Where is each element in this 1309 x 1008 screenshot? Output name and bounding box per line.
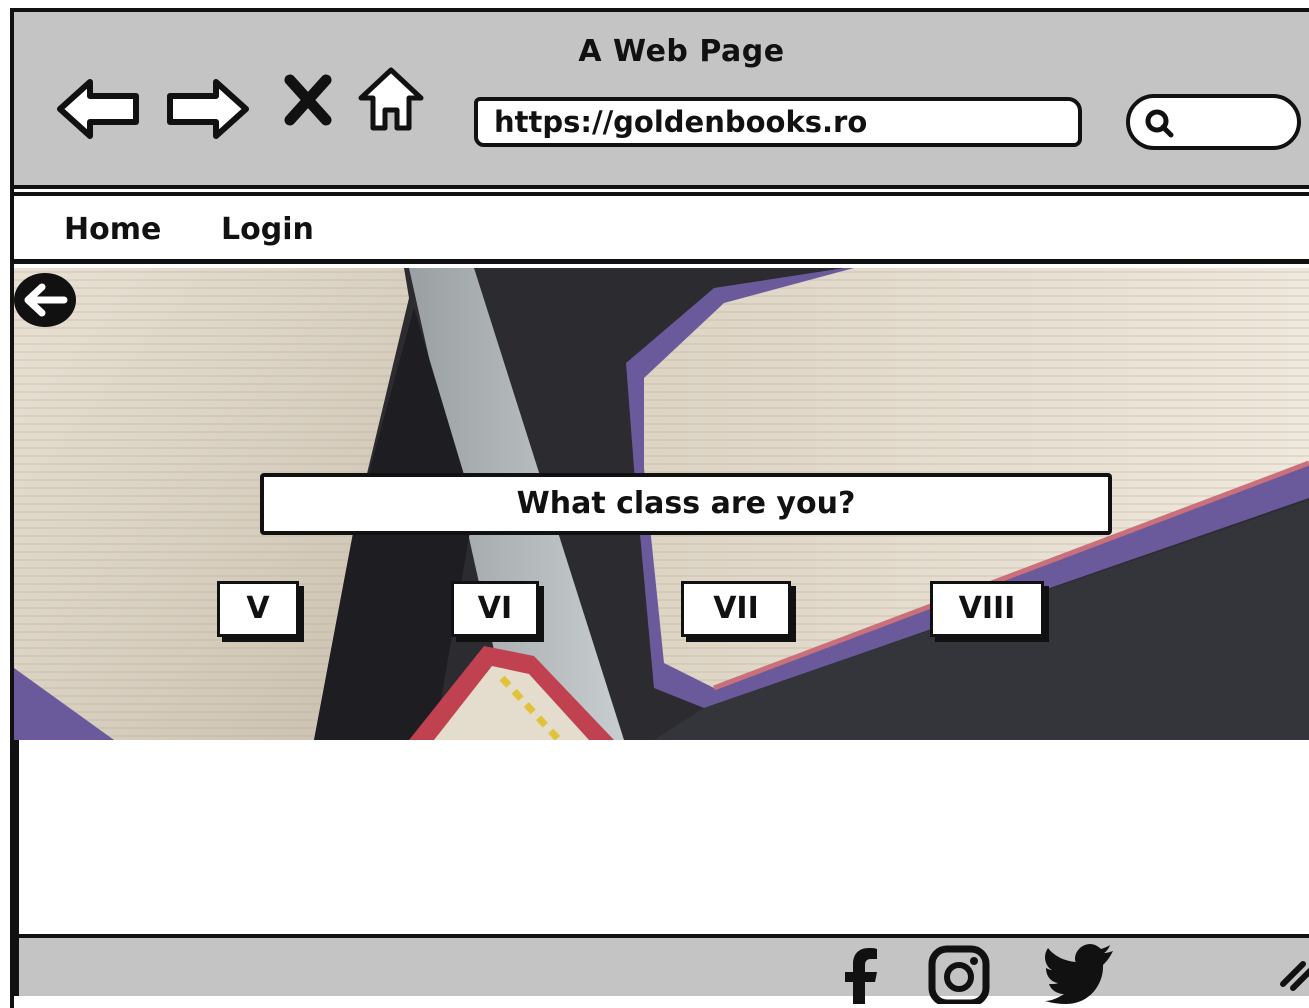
- twitter-icon[interactable]: [1043, 944, 1115, 1004]
- resize-handle-icon[interactable]: [1277, 954, 1309, 994]
- facebook-icon[interactable]: [839, 944, 885, 1004]
- forward-arrow-icon[interactable]: [164, 74, 250, 144]
- class-button-vii[interactable]: VII: [681, 581, 791, 637]
- hero-banner: What class are you? V VI VII VIII: [14, 268, 1309, 740]
- home-icon[interactable]: [357, 64, 425, 134]
- class-button-viii[interactable]: VIII: [930, 581, 1044, 637]
- menu-item-login[interactable]: Login: [221, 212, 314, 247]
- search-icon: [1145, 109, 1174, 138]
- browser-search-field[interactable]: [1126, 94, 1301, 150]
- back-circle-button[interactable]: [14, 270, 80, 330]
- close-icon[interactable]: [282, 72, 334, 128]
- menu-bar: Home Login: [14, 192, 1309, 264]
- class-question-label: What class are you?: [260, 473, 1112, 535]
- content-area: [14, 740, 1309, 934]
- browser-chrome: A Web Page https://goldenbooks.ro: [14, 12, 1309, 189]
- url-bar[interactable]: https://goldenbooks.ro: [474, 97, 1082, 147]
- instagram-icon[interactable]: [927, 944, 991, 1004]
- menu-item-home[interactable]: Home: [64, 212, 161, 247]
- class-button-vi[interactable]: VI: [451, 581, 539, 637]
- class-button-v[interactable]: V: [217, 581, 299, 637]
- window-title: A Web Page: [578, 34, 785, 69]
- footer: [14, 934, 1309, 1004]
- back-arrow-icon[interactable]: [56, 74, 142, 144]
